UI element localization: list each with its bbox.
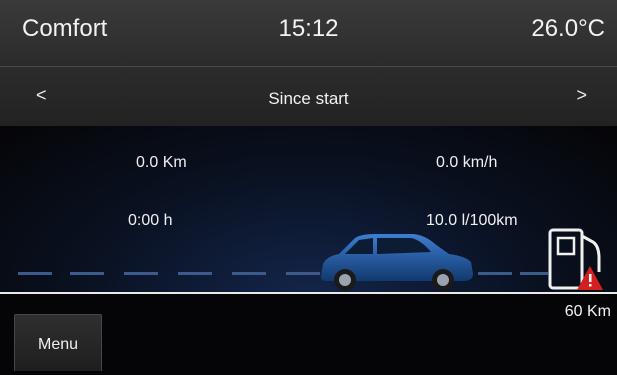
status-bar: Comfort 15:12 26.0°C (0, 0, 617, 67)
fuel-pump-warning-icon (548, 228, 603, 290)
trip-average-speed: 0.0 km/h (436, 154, 498, 171)
outside-temperature: 26.0°C (531, 15, 605, 42)
trip-header: < Since start > (0, 67, 617, 126)
fuel-range: 60 Km (564, 303, 611, 320)
menu-button[interactable]: Menu (14, 314, 102, 371)
clock: 15:12 (278, 15, 339, 42)
trip-panel: 0.0 Km 0.0 km/h 0:00 h 10.0 l/100km (0, 126, 617, 294)
next-page-button[interactable]: > (576, 85, 587, 106)
trip-distance: 0.0 Km (136, 154, 187, 171)
trip-duration: 0:00 h (128, 212, 173, 229)
car-icon (320, 234, 473, 291)
road-line (0, 292, 617, 294)
trip-consumption: 10.0 l/100km (426, 212, 518, 229)
road-dashes (18, 272, 548, 275)
trip-title: Since start (268, 89, 349, 108)
